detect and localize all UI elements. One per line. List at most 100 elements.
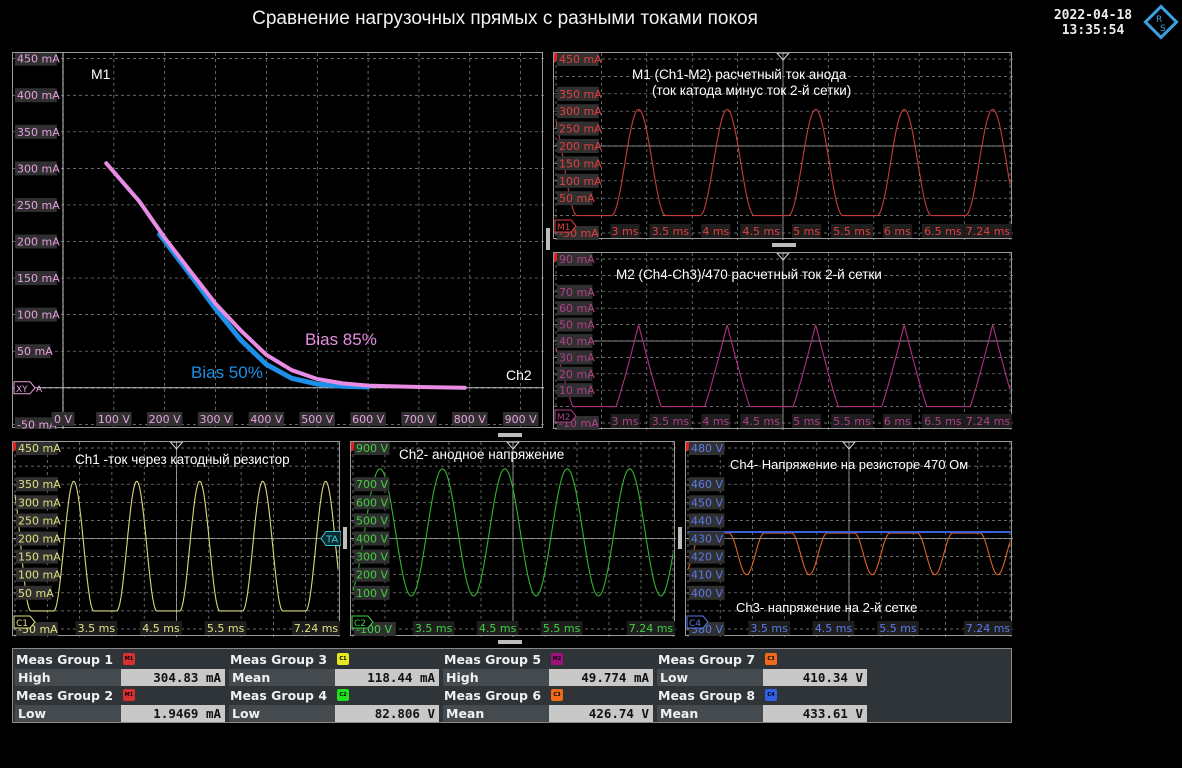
x-tick-label: 3.5 ms xyxy=(78,622,116,635)
y-tick-label: 70 mA xyxy=(559,286,595,299)
meas-group-label: Meas Group 3 xyxy=(230,652,328,667)
m2-plot-svg: 90 mA 70 mA 60 mA 50 mA 40 mA 30 mA 20 mA 10 mA… xyxy=(554,253,1013,430)
x-tick-label: 3.5 ms xyxy=(652,225,690,238)
resize-handle[interactable] xyxy=(678,527,682,549)
meas-group-header[interactable]: Meas Group 4 C2 xyxy=(229,687,443,704)
meas-result-row[interactable]: Low 1.9469 mA xyxy=(15,705,229,722)
c4-plot-svg: 480 V 460 V 450 V 440 V 430 V 420 V 410 V 400 V… xyxy=(686,442,1013,637)
y-tick-label: 150 mA xyxy=(559,157,602,170)
x-tick-label: 6 ms xyxy=(884,225,911,238)
plot-annotation: M2 (Ch4-Ch3)/470 расчетный ток 2-й сетки xyxy=(616,267,882,282)
x-tick-label: 4.5 ms xyxy=(479,622,517,635)
meas-value: 433.61 V xyxy=(763,705,867,722)
resize-handle[interactable] xyxy=(498,640,522,644)
x-tick-label: 5.5 ms xyxy=(833,415,871,428)
meas-group-header[interactable]: Meas Group 3 C1 xyxy=(229,651,443,668)
meas-group-header[interactable]: Meas Group 7 C3 xyxy=(657,651,871,668)
x-tick-label: 6.5 ms xyxy=(924,415,962,428)
trigger-level-tag: TA xyxy=(325,535,338,546)
x-tick-label: 6.5 ms xyxy=(924,225,962,238)
ch2-waveform-panel[interactable]: 900 V 700 V 600 V 500 V 400 V 300 V 200 V 100 V… xyxy=(350,441,676,637)
x-tick-label: 4 ms xyxy=(702,415,729,428)
x-tick-label: 800 V xyxy=(454,413,486,426)
meas-value: 118.44 mA xyxy=(335,669,439,686)
y-tick-label: 400 mA xyxy=(17,89,60,102)
xy-plot-panel[interactable]: 450 mA 400 mA 350 mA 300 mA 250 mA 200 mA 150 … xyxy=(12,52,544,429)
x-tick-label: 7.24 ms xyxy=(966,622,1011,635)
y-tick-label: 20 mA xyxy=(559,368,595,381)
y-tick-label: 450 mA xyxy=(17,53,60,66)
meas-result-row[interactable]: High 49.774 mA xyxy=(443,669,657,686)
meas-group-header[interactable]: Meas Group 8 C4 xyxy=(657,687,871,704)
measurement-table: Meas Group 1 M1 High 304.83 mA Meas Group 2… xyxy=(12,648,1012,723)
channel-tag: C1 xyxy=(16,619,28,629)
x-tick-label: 7.24 ms xyxy=(294,622,339,635)
x-tick-label: 4.5 ms xyxy=(142,622,180,635)
meas-parameter: Low xyxy=(229,705,335,722)
c1-plot-svg: 450 mA 350 mA 300 mA 250 mA 200 mA 150 mA 100 … xyxy=(13,442,341,637)
meas-column: Meas Group 3 C1 Mean 118.44 mA Meas Group 4… xyxy=(229,651,443,723)
y-tick-label: 300 mA xyxy=(18,496,61,509)
meas-result-row[interactable]: Low 82.806 V xyxy=(229,705,443,722)
meas-parameter: Mean xyxy=(657,705,763,722)
y-tick-label: 200 mA xyxy=(559,140,602,153)
meas-group-header[interactable]: Meas Group 2 M1 xyxy=(15,687,229,704)
x-tick-label: 4.5 ms xyxy=(742,225,780,238)
meas-result-row[interactable]: Mean 433.61 V xyxy=(657,705,871,722)
y-tick-label: 350 mA xyxy=(559,88,602,101)
y-tick-label: 50 mA xyxy=(18,587,54,600)
x-tick-label: 4.5 ms xyxy=(815,622,853,635)
source-badge-icon: C2 xyxy=(337,689,349,701)
source-badge-icon: M2 xyxy=(551,653,563,665)
y-tick-label: 400 V xyxy=(691,587,723,600)
plot-annotation: Ch1 -ток через катодный резистор xyxy=(75,452,290,467)
source-badge-icon: M1 xyxy=(123,689,135,701)
meas-group-label: Meas Group 7 xyxy=(658,652,756,667)
meas-value: 49.774 mA xyxy=(549,669,653,686)
meas-value: 82.806 V xyxy=(335,705,439,722)
y-tick-label: 100 mA xyxy=(559,175,602,188)
x-tick-label: 200 V xyxy=(149,413,181,426)
meas-group-header[interactable]: Meas Group 6 C3 xyxy=(443,687,657,704)
meas-group-header[interactable]: Meas Group 1 M1 xyxy=(15,651,229,668)
m2-waveform-panel[interactable]: 90 mA 70 mA 60 mA 50 mA 40 mA 30 mA 20 mA 10 mA… xyxy=(553,252,1013,430)
y-tick-label: 60 mA xyxy=(559,302,595,315)
y-tick-label: 450 mA xyxy=(559,53,602,66)
meas-result-row[interactable]: Low 410.34 V xyxy=(657,669,871,686)
y-tick-label: 300 V xyxy=(356,551,388,564)
plot-annotation: Ch4- Напряжение на резисторе 470 Ом xyxy=(730,457,968,472)
meas-result-row[interactable]: Mean 426.74 V xyxy=(443,705,657,722)
y-tick-label: -50 mA xyxy=(17,418,57,429)
plot-annotation: Bias 50% xyxy=(191,363,263,382)
meas-value: 1.9469 mA xyxy=(121,705,225,722)
source-badge-icon: C3 xyxy=(551,689,563,701)
x-tick-label: 4 ms xyxy=(702,225,729,238)
meas-group-label: Meas Group 1 xyxy=(16,652,114,667)
plot-annotation: M1 xyxy=(91,66,111,82)
resize-handle[interactable] xyxy=(546,228,550,250)
meas-result-row[interactable]: High 304.83 mA xyxy=(15,669,229,686)
ch1-waveform-panel[interactable]: 450 mA 350 mA 300 mA 250 mA 200 mA 150 mA 100 … xyxy=(12,441,341,637)
y-tick-label: 480 V xyxy=(691,442,723,455)
rs-logo-icon: R S xyxy=(1143,4,1179,40)
resize-handle[interactable] xyxy=(498,433,522,437)
channel-tag: C4 xyxy=(689,619,701,629)
resize-handle[interactable] xyxy=(772,243,796,247)
meas-parameter: High xyxy=(15,669,121,686)
plot-annotation: M1 (Ch1-M2) расчетный ток анода xyxy=(632,67,847,82)
y-tick-label: 410 V xyxy=(691,569,723,582)
resize-handle[interactable] xyxy=(343,527,347,549)
plot-annotation: Ch3- напряжение на 2-й сетке xyxy=(736,600,917,615)
m1-waveform-panel[interactable]: 450 mA 350 mA 300 mA 250 mA 200 mA 150 mA 100 … xyxy=(553,52,1013,240)
channel-tag: C2 xyxy=(354,619,366,629)
x-tick-label: 900 V xyxy=(505,413,537,426)
y-tick-label: 900 V xyxy=(356,442,388,455)
date: 2022-04-18 xyxy=(1053,8,1133,23)
meas-result-row[interactable]: Mean 118.44 mA xyxy=(229,669,443,686)
channel-tag: M2 xyxy=(557,413,571,423)
xy-plot-svg: 450 mA 400 mA 350 mA 300 mA 250 mA 200 mA 150 … xyxy=(13,53,544,429)
y-tick-label: 200 mA xyxy=(17,236,60,249)
meas-group-header[interactable]: Meas Group 5 M2 xyxy=(443,651,657,668)
y-tick-label: 400 V xyxy=(356,533,388,546)
ch4-ch3-waveform-panel[interactable]: 480 V 460 V 450 V 440 V 430 V 420 V 410 V 400 V… xyxy=(685,441,1013,637)
